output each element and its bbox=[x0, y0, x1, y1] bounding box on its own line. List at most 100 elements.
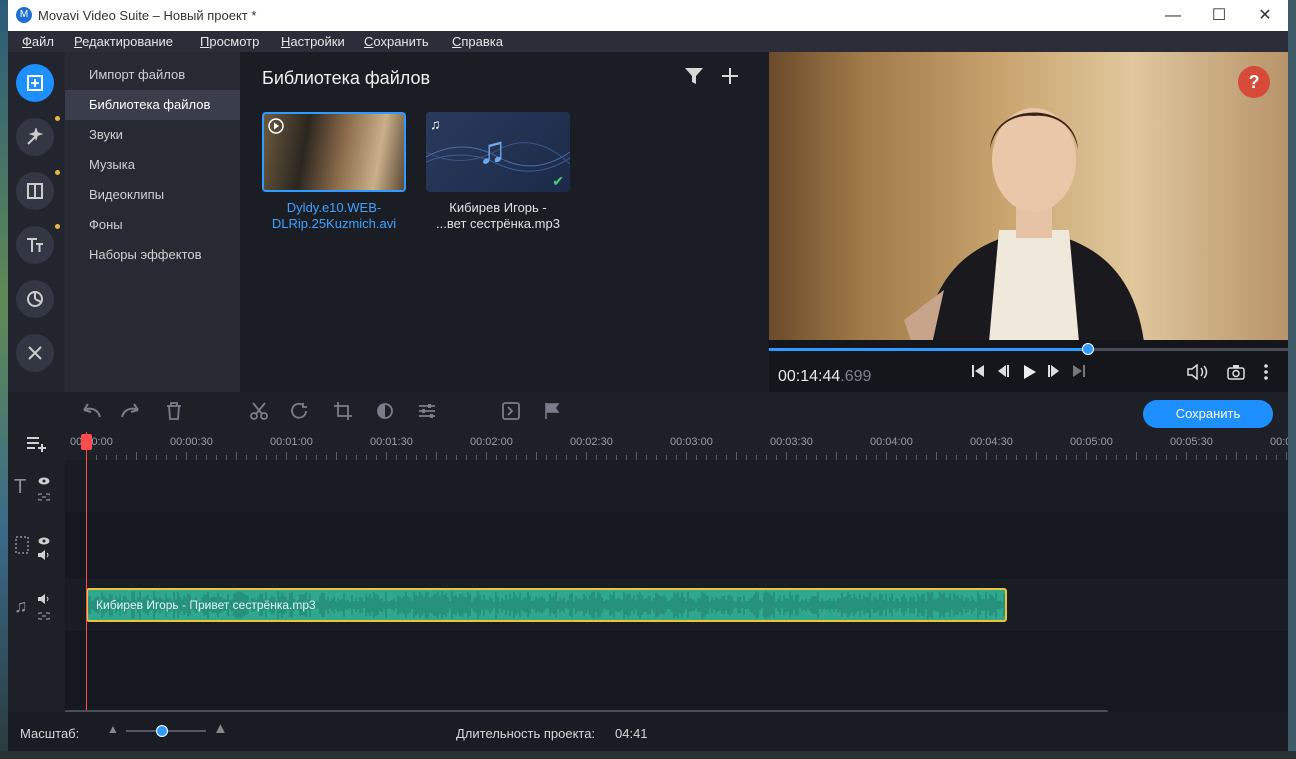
skip-end-button[interactable] bbox=[1072, 364, 1086, 383]
category-music[interactable]: Музыка bbox=[65, 150, 240, 180]
ruler-tick bbox=[986, 452, 987, 460]
titles-tool-button[interactable] bbox=[16, 224, 60, 264]
skip-start-button[interactable] bbox=[971, 364, 985, 383]
video-track[interactable] bbox=[65, 512, 1288, 579]
menu-save[interactable]: Сохранить bbox=[364, 34, 429, 49]
maximize-button[interactable]: ☐ bbox=[1196, 0, 1242, 31]
delete-button[interactable] bbox=[166, 402, 182, 425]
library-categories: Импорт файлов Библиотека файлов Звуки Му… bbox=[65, 52, 240, 392]
menu-edit[interactable]: Редактирование bbox=[74, 34, 173, 49]
audio-track-icon: ♫ bbox=[14, 596, 28, 616]
category-sounds[interactable]: Звуки bbox=[65, 120, 240, 150]
link-icon bbox=[36, 612, 52, 620]
video-track-visibility-button[interactable] bbox=[38, 532, 50, 548]
ruler-tick bbox=[936, 452, 937, 460]
frame-forward-button[interactable] bbox=[1047, 364, 1061, 383]
play-button[interactable] bbox=[1021, 364, 1037, 385]
frame-back-button[interactable] bbox=[996, 364, 1010, 383]
volume-button[interactable] bbox=[1187, 363, 1209, 385]
zoom-in-icon[interactable]: ▲ bbox=[213, 720, 228, 737]
filters-tool-button[interactable] bbox=[16, 116, 60, 156]
more-tools-button[interactable] bbox=[16, 334, 54, 372]
transitions-tool-button[interactable] bbox=[16, 170, 60, 210]
ruler-tick bbox=[886, 452, 887, 460]
audio-track-link-button[interactable] bbox=[36, 607, 52, 623]
text-track[interactable] bbox=[65, 460, 1288, 512]
ruler-tick bbox=[1186, 452, 1187, 460]
speaker-icon bbox=[38, 594, 49, 604]
category-videoclips[interactable]: Видеоклипы bbox=[65, 180, 240, 210]
save-button[interactable]: Сохранить bbox=[1143, 400, 1273, 428]
menu-file[interactable]: Файл bbox=[22, 34, 54, 49]
camera-icon bbox=[1227, 365, 1245, 380]
progress-handle[interactable] bbox=[1082, 343, 1095, 355]
audio-file-name[interactable]: Кибирев Игорь - ...вет сестрёнка.mp3 bbox=[424, 200, 572, 232]
audio-clip[interactable]: Кибирев Игорь - Привет сестрёнка.mp3 bbox=[86, 588, 1007, 622]
ruler-tick bbox=[736, 452, 737, 460]
preview-progress-bar[interactable] bbox=[769, 343, 1288, 355]
category-effect-sets[interactable]: Наборы эффектов bbox=[65, 240, 240, 270]
stickers-tool-button[interactable] bbox=[16, 280, 54, 318]
help-button[interactable]: ? bbox=[1238, 66, 1270, 98]
ruler-label: 00:02:00 bbox=[470, 436, 513, 448]
menu-settings[interactable]: Настройки bbox=[281, 34, 345, 49]
cut-button[interactable] bbox=[250, 402, 268, 425]
minimize-button[interactable]: — bbox=[1150, 0, 1196, 31]
ruler-tick bbox=[1086, 452, 1087, 460]
zoom-slider-handle[interactable] bbox=[156, 725, 168, 737]
color-adjust-button[interactable] bbox=[376, 402, 394, 425]
filter-button[interactable] bbox=[684, 66, 704, 92]
preview-video-frame[interactable]: ? bbox=[769, 52, 1288, 340]
tools-icon bbox=[28, 346, 42, 360]
snapshot-button[interactable] bbox=[1227, 364, 1245, 385]
timeline: T ♫ 00:00:0000:00:3000:01:0000:01:3000:0… bbox=[8, 432, 1288, 714]
clip-properties-button[interactable] bbox=[418, 402, 436, 425]
ruler-label: 00:02:30 bbox=[570, 436, 613, 448]
kebab-menu-icon bbox=[1264, 364, 1268, 380]
playhead-handle[interactable] bbox=[81, 434, 92, 450]
title-bar: M Movavi Video Suite – Новый проект * — … bbox=[8, 0, 1288, 31]
ruler-tick bbox=[1236, 452, 1237, 460]
speaker-icon bbox=[38, 550, 49, 560]
more-options-button[interactable] bbox=[1263, 364, 1269, 385]
text-track-link-button[interactable] bbox=[36, 488, 52, 504]
ruler-label: 00:04:30 bbox=[970, 436, 1013, 448]
redo-button[interactable] bbox=[120, 402, 142, 425]
transition-wizard-button[interactable] bbox=[502, 402, 520, 425]
ruler-tick bbox=[236, 452, 237, 460]
video-track-mute-button[interactable] bbox=[38, 547, 50, 563]
ruler-label: 00:05:30 bbox=[1170, 436, 1213, 448]
menu-help[interactable]: Справка bbox=[452, 34, 503, 49]
import-tool-button[interactable] bbox=[16, 64, 54, 102]
frame-forward-icon bbox=[1048, 365, 1059, 377]
audio-thumbnail[interactable]: ♫ ♫ ✔ bbox=[426, 112, 570, 192]
playhead-line bbox=[86, 432, 87, 712]
menu-view[interactable]: Просмотр bbox=[200, 34, 259, 49]
close-button[interactable]: ✕ bbox=[1242, 0, 1288, 31]
undo-button[interactable] bbox=[80, 402, 102, 425]
add-track-icon bbox=[27, 437, 46, 452]
category-import-files[interactable]: Импорт файлов bbox=[65, 60, 240, 90]
zoom-out-icon[interactable]: ▲ bbox=[107, 722, 119, 736]
rotate-button[interactable] bbox=[290, 402, 310, 425]
crop-button[interactable] bbox=[334, 402, 352, 425]
project-duration-value: 04:41 bbox=[615, 726, 648, 741]
marker-button[interactable] bbox=[544, 402, 560, 425]
status-bar: Масштаб: ▲ ▲ Длительность проекта: 04:41 bbox=[8, 712, 1288, 751]
video-file-name[interactable]: Dyldy.e10.WEB- DLRip.25Kuzmich.avi bbox=[260, 200, 408, 232]
add-file-button[interactable] bbox=[720, 66, 740, 92]
eye-icon bbox=[38, 477, 50, 485]
audio-track-mute-button[interactable] bbox=[38, 591, 50, 607]
category-file-library[interactable]: Библиотека файлов bbox=[65, 90, 240, 120]
speaker-icon bbox=[1187, 363, 1208, 381]
category-backgrounds[interactable]: Фоны bbox=[65, 210, 240, 240]
tool-sidebar bbox=[8, 52, 65, 392]
magic-wand-icon bbox=[27, 126, 44, 145]
skip-start-icon bbox=[972, 365, 984, 377]
time-ruler[interactable]: 00:00:0000:00:3000:01:0000:01:3000:02:00… bbox=[65, 432, 1288, 460]
text-track-visibility-button[interactable] bbox=[38, 472, 50, 488]
skip-end-icon bbox=[1073, 365, 1085, 377]
ruler-tick bbox=[186, 452, 187, 460]
add-track-button[interactable] bbox=[26, 435, 48, 456]
video-thumbnail[interactable] bbox=[262, 112, 406, 192]
